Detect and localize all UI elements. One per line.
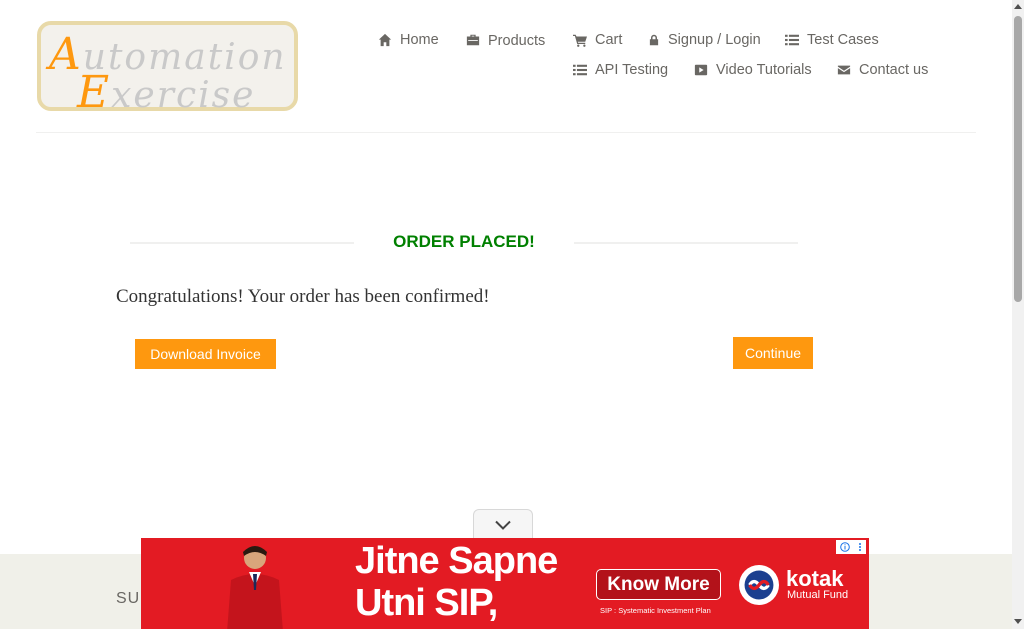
list-icon bbox=[785, 34, 799, 46]
header-divider bbox=[36, 132, 976, 133]
nav-api-testing-label: API Testing bbox=[595, 62, 669, 78]
logo-line-exercise: Exercise bbox=[77, 67, 256, 118]
youtube-play-icon bbox=[694, 64, 708, 76]
nav-products-label: Products bbox=[488, 33, 546, 49]
ad-person-image bbox=[227, 546, 283, 629]
nav-cart[interactable]: Cart bbox=[573, 32, 622, 48]
title-divider-right bbox=[574, 242, 798, 244]
chevron-down-icon bbox=[495, 520, 511, 530]
title-divider-left bbox=[130, 242, 354, 244]
site-logo[interactable]: Automation Exercise bbox=[37, 21, 298, 118]
ad-brand-sub: Mutual Fund bbox=[787, 589, 849, 601]
nav-contact-label: Contact us bbox=[859, 62, 929, 78]
nav-cart-label: Cart bbox=[595, 32, 623, 48]
nav-api-testing[interactable]: API Testing bbox=[573, 62, 668, 78]
nav-test-cases-label: Test Cases bbox=[807, 32, 879, 48]
nav-home[interactable]: Home bbox=[378, 32, 439, 48]
scrollbar-thumb[interactable] bbox=[1014, 16, 1022, 302]
download-invoice-button[interactable]: Download Invoice bbox=[135, 339, 276, 369]
kotak-logo-icon bbox=[739, 565, 779, 605]
continue-button[interactable]: Continue bbox=[733, 337, 813, 369]
nav-video-tutorials-label: Video Tutorials bbox=[716, 62, 812, 78]
scroll-up-arrow-icon[interactable] bbox=[1014, 3, 1022, 11]
list-icon bbox=[573, 64, 587, 76]
nav-test-cases[interactable]: Test Cases bbox=[785, 32, 879, 48]
nav-products[interactable]: Products bbox=[466, 32, 546, 49]
ad-info-controls[interactable] bbox=[836, 540, 866, 554]
confirmation-message: Congratulations! Your order has been con… bbox=[116, 286, 490, 307]
page-scrollbar[interactable] bbox=[1012, 0, 1024, 629]
nav-signup-label: Signup / Login bbox=[668, 32, 761, 48]
envelope-icon bbox=[837, 65, 851, 75]
ad-collapse-button[interactable] bbox=[473, 509, 533, 539]
ad-headline-line2: Utni SIP, bbox=[355, 582, 498, 624]
scroll-down-arrow-icon[interactable] bbox=[1014, 617, 1022, 625]
ad-know-more-button[interactable]: Know More bbox=[596, 569, 721, 600]
ad-disclaimer: SIP : Systematic Investment Plan bbox=[600, 606, 711, 615]
nav-home-label: Home bbox=[400, 32, 439, 48]
more-vert-icon[interactable] bbox=[858, 542, 862, 552]
briefcase-icon bbox=[466, 34, 480, 46]
nav-video-tutorials[interactable]: Video Tutorials bbox=[694, 62, 812, 78]
order-placed-title: ORDER PLACED! bbox=[393, 232, 535, 251]
ad-headline-line1: Jitne Sapne bbox=[355, 540, 558, 582]
nav-signup-login[interactable]: Signup / Login bbox=[648, 32, 761, 48]
nav-contact-us[interactable]: Contact us bbox=[837, 62, 928, 78]
advertisement-banner[interactable]: Jitne Sapne Utni SIP, Know More SIP : Sy… bbox=[141, 538, 869, 629]
info-icon[interactable] bbox=[840, 542, 850, 552]
home-icon bbox=[378, 33, 392, 47]
lock-icon bbox=[649, 34, 659, 46]
cart-icon bbox=[573, 34, 587, 47]
